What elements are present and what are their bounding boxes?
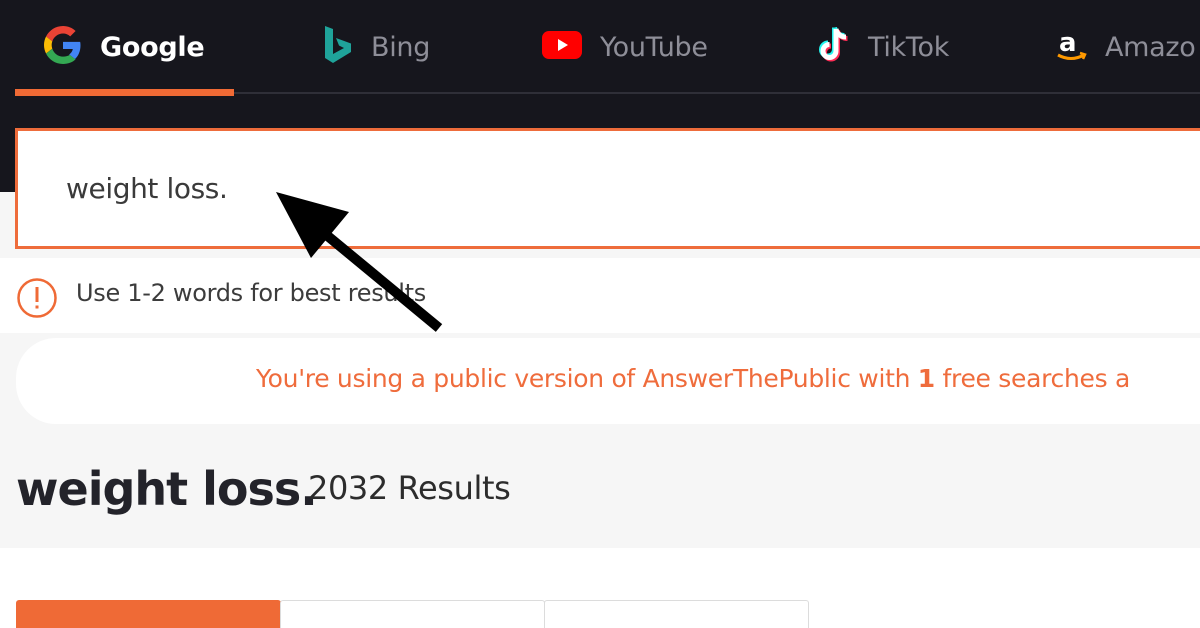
tab-youtube-label: YouTube [600,31,708,63]
active-tab-indicator [15,89,234,96]
svg-text:a: a [1059,28,1077,58]
google-icon [44,26,82,68]
bing-icon [323,25,353,69]
results-count: 2032 Results [308,469,511,507]
results-term: weight loss. [16,462,318,516]
tab-bing-label: Bing [371,31,431,63]
notice-suffix: free searches a [934,364,1131,393]
public-version-notice: You're using a public version of AnswerT… [16,338,1200,424]
alert-circle-icon [16,277,58,323]
tab-tiktok-label: TikTok [868,31,950,63]
results-header: weight loss. 2032 Results [0,436,1200,548]
tab-amazon-label: Amazo [1105,31,1196,63]
search-box[interactable] [15,128,1200,249]
search-engine-tabs: Google Bing YouTube TikTok a Amazo [15,0,1200,96]
view-tab-2[interactable] [280,600,545,628]
notice-text: You're using a public version of AnswerT… [256,364,1130,393]
results-view-area [0,548,1200,628]
search-hint: Use 1-2 words for best results [0,258,1200,333]
tiktok-icon [816,26,850,68]
view-tab-1[interactable] [16,600,281,628]
tab-google[interactable]: Google [44,0,205,94]
tab-youtube[interactable]: YouTube [542,0,708,94]
view-tab-3[interactable] [544,600,809,628]
tab-bing[interactable]: Bing [323,0,430,94]
hint-text: Use 1-2 words for best results [76,279,426,307]
tab-google-label: Google [100,31,205,63]
notice-prefix: You're using a public version of AnswerT… [256,364,918,393]
tab-amazon[interactable]: a Amazo [1055,0,1196,94]
amazon-icon: a [1055,27,1087,67]
youtube-icon [542,31,582,63]
tab-tiktok[interactable]: TikTok [816,0,949,94]
search-input[interactable] [66,131,1166,246]
notice-free-count: 1 [917,364,935,393]
